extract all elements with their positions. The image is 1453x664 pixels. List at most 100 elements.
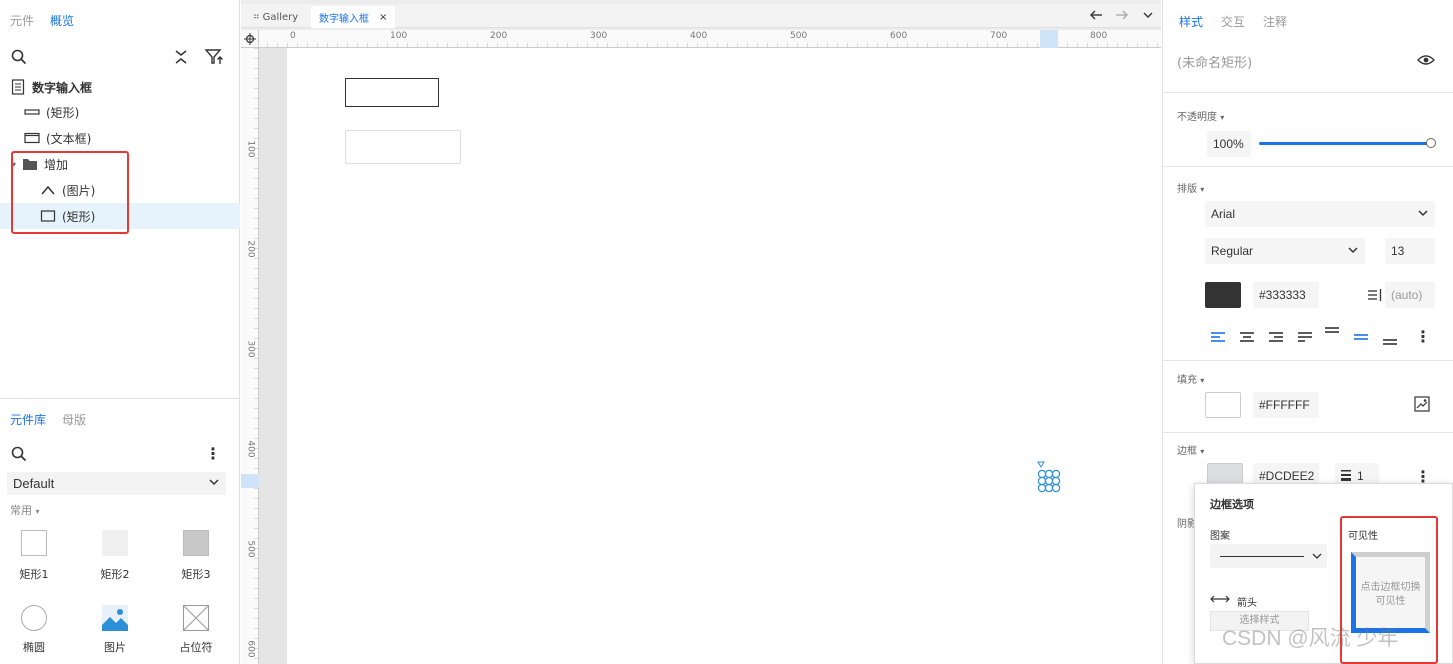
- library-section-title[interactable]: 常用 ▾: [10, 502, 40, 518]
- library-item-label: 占位符: [179, 641, 213, 654]
- tab-library[interactable]: 元件库: [10, 411, 46, 428]
- opacity-slider-handle[interactable]: [1426, 138, 1436, 148]
- library-item-label: 矩形1: [19, 568, 49, 581]
- border-title: 边框: [1177, 446, 1197, 457]
- fill-color-input[interactable]: #FFFFFF: [1253, 392, 1319, 418]
- shadow-section-title[interactable]: 阴影: [1177, 515, 1195, 530]
- popup-title: 边框选项: [1210, 498, 1254, 511]
- library-tabs: 元件库 母版: [10, 411, 86, 428]
- library-item-placeholder[interactable]: 占位符: [166, 604, 226, 655]
- font-size-input[interactable]: 13: [1385, 238, 1435, 264]
- fill-color-swatch[interactable]: [1205, 392, 1241, 418]
- rect3-icon: [183, 530, 209, 556]
- library-item-rect1[interactable]: 矩形1: [4, 530, 64, 582]
- tab-gallery[interactable]: ⠶ Gallery: [245, 6, 306, 28]
- tab-outline[interactable]: 概览: [50, 12, 74, 29]
- left-panel-tabs: 元件 概览: [10, 12, 74, 29]
- back-arrow-icon[interactable]: [1089, 8, 1103, 22]
- section-caret-icon: ▾: [1200, 447, 1205, 456]
- align-left-icon[interactable]: [1210, 330, 1226, 344]
- text-color-swatch[interactable]: [1205, 282, 1241, 308]
- valign-top-icon[interactable]: [1324, 326, 1340, 340]
- widget-name-field[interactable]: (未命名矩形): [1177, 52, 1252, 71]
- editor-tab-bar: ⠶ Gallery 数字输入框 ×: [241, 4, 1161, 28]
- text-color-value: #333333: [1259, 288, 1306, 302]
- tab-notes[interactable]: 注释: [1263, 13, 1287, 30]
- ruler-horizontal[interactable]: 0 100 200 300 400 500 600 700 800: [259, 30, 1161, 48]
- opacity-input[interactable]: 100%: [1207, 131, 1251, 157]
- library-item-ellipse[interactable]: 椭圆: [4, 605, 64, 655]
- library-item-rect3[interactable]: 矩形3: [166, 530, 226, 582]
- tabs-menu-chevron-icon[interactable]: [1141, 8, 1155, 22]
- tab-style[interactable]: 样式: [1179, 13, 1203, 30]
- section-divider: [1163, 360, 1453, 361]
- ruler-tick-label: 200: [245, 240, 256, 258]
- font-size-value: 13: [1391, 244, 1405, 258]
- collapse-all-icon[interactable]: [172, 48, 190, 66]
- arrow-label: 箭头: [1237, 598, 1257, 609]
- tree-item[interactable]: (文本框): [0, 125, 240, 151]
- chevron-down-icon: [1312, 550, 1322, 564]
- library-item-image[interactable]: 图片: [85, 605, 145, 655]
- valign-bottom-icon[interactable]: [1382, 333, 1398, 347]
- eye-icon[interactable]: [1417, 53, 1437, 67]
- ruler-tick-label: 600: [245, 640, 256, 658]
- tab-close-icon[interactable]: ×: [379, 12, 387, 23]
- ruler-vertical[interactable]: 100 200 300 400 500 600: [241, 48, 259, 664]
- solid-line-preview: [1220, 556, 1304, 557]
- align-center-icon[interactable]: [1239, 330, 1255, 344]
- selection-handles-icon[interactable]: [1037, 461, 1063, 495]
- line-height-input[interactable]: (auto): [1385, 282, 1435, 308]
- ruler-tick-label: 700: [990, 31, 1008, 41]
- crosshair-icon: [244, 33, 256, 45]
- ruler-tick-label: 600: [890, 31, 908, 41]
- opacity-slider[interactable]: [1259, 142, 1435, 145]
- align-right-icon[interactable]: [1268, 330, 1284, 344]
- tree-page[interactable]: 数字输入框: [0, 74, 240, 100]
- tab-widgets[interactable]: 元件: [10, 12, 34, 29]
- border-section-title[interactable]: 边框 ▾: [1177, 442, 1204, 457]
- library-select[interactable]: Default: [7, 472, 226, 495]
- border-color-value: #DCDEE2: [1259, 469, 1315, 483]
- tab-interaction[interactable]: 交互: [1221, 13, 1245, 30]
- library-search-icon[interactable]: [10, 445, 28, 463]
- tree-item-label: (矩形): [46, 105, 80, 120]
- inspector-tabs: 样式 交互 注释: [1179, 13, 1287, 30]
- tree-item[interactable]: (矩形): [0, 99, 240, 125]
- library-section-label: 常用: [10, 504, 32, 517]
- fill-image-icon[interactable]: [1414, 396, 1430, 412]
- forward-arrow-icon[interactable]: [1115, 8, 1129, 22]
- rectangle-thin-icon: [24, 104, 40, 120]
- opacity-value: 100%: [1213, 137, 1244, 151]
- tab-number-input-label: 数字输入框: [319, 13, 369, 25]
- opacity-section-title[interactable]: 不透明度 ▾: [1177, 108, 1224, 123]
- ruler-tick-label: 100: [390, 31, 408, 41]
- valign-middle-icon[interactable]: [1353, 330, 1369, 344]
- section-caret-icon: ▾: [35, 507, 40, 516]
- fill-section-title[interactable]: 填充 ▾: [1177, 371, 1204, 386]
- library-more-icon[interactable]: ⋮: [205, 445, 221, 463]
- font-family-select[interactable]: Arial: [1205, 201, 1435, 227]
- section-caret-icon: ▾: [1220, 113, 1225, 122]
- ruler-tick-label: 400: [245, 440, 256, 458]
- image-icon: [102, 605, 128, 631]
- filter-icon[interactable]: [204, 47, 224, 67]
- design-canvas[interactable]: [287, 48, 1161, 664]
- text-color-input[interactable]: #333333: [1253, 282, 1319, 308]
- font-weight-select[interactable]: Regular: [1205, 238, 1365, 264]
- tree-item-label: (文本框): [46, 131, 92, 146]
- canvas-rectangle-widget[interactable]: [345, 78, 439, 107]
- text-more-icon[interactable]: ⋮: [1415, 327, 1431, 346]
- annotation-highlight-tree: [11, 151, 129, 234]
- tab-masters[interactable]: 母版: [62, 411, 86, 428]
- page-icon: [10, 79, 26, 95]
- typography-section-title[interactable]: 排版 ▾: [1177, 180, 1204, 195]
- pattern-select[interactable]: [1210, 544, 1327, 568]
- library-item-rect2[interactable]: 矩形2: [85, 530, 145, 582]
- align-justify-icon[interactable]: [1297, 330, 1313, 344]
- ruler-corner[interactable]: [241, 30, 259, 48]
- search-icon[interactable]: [10, 48, 28, 66]
- typography-title: 排版: [1177, 184, 1197, 195]
- canvas-textbox-widget[interactable]: [345, 130, 461, 164]
- tab-number-input[interactable]: 数字输入框 ×: [311, 6, 396, 28]
